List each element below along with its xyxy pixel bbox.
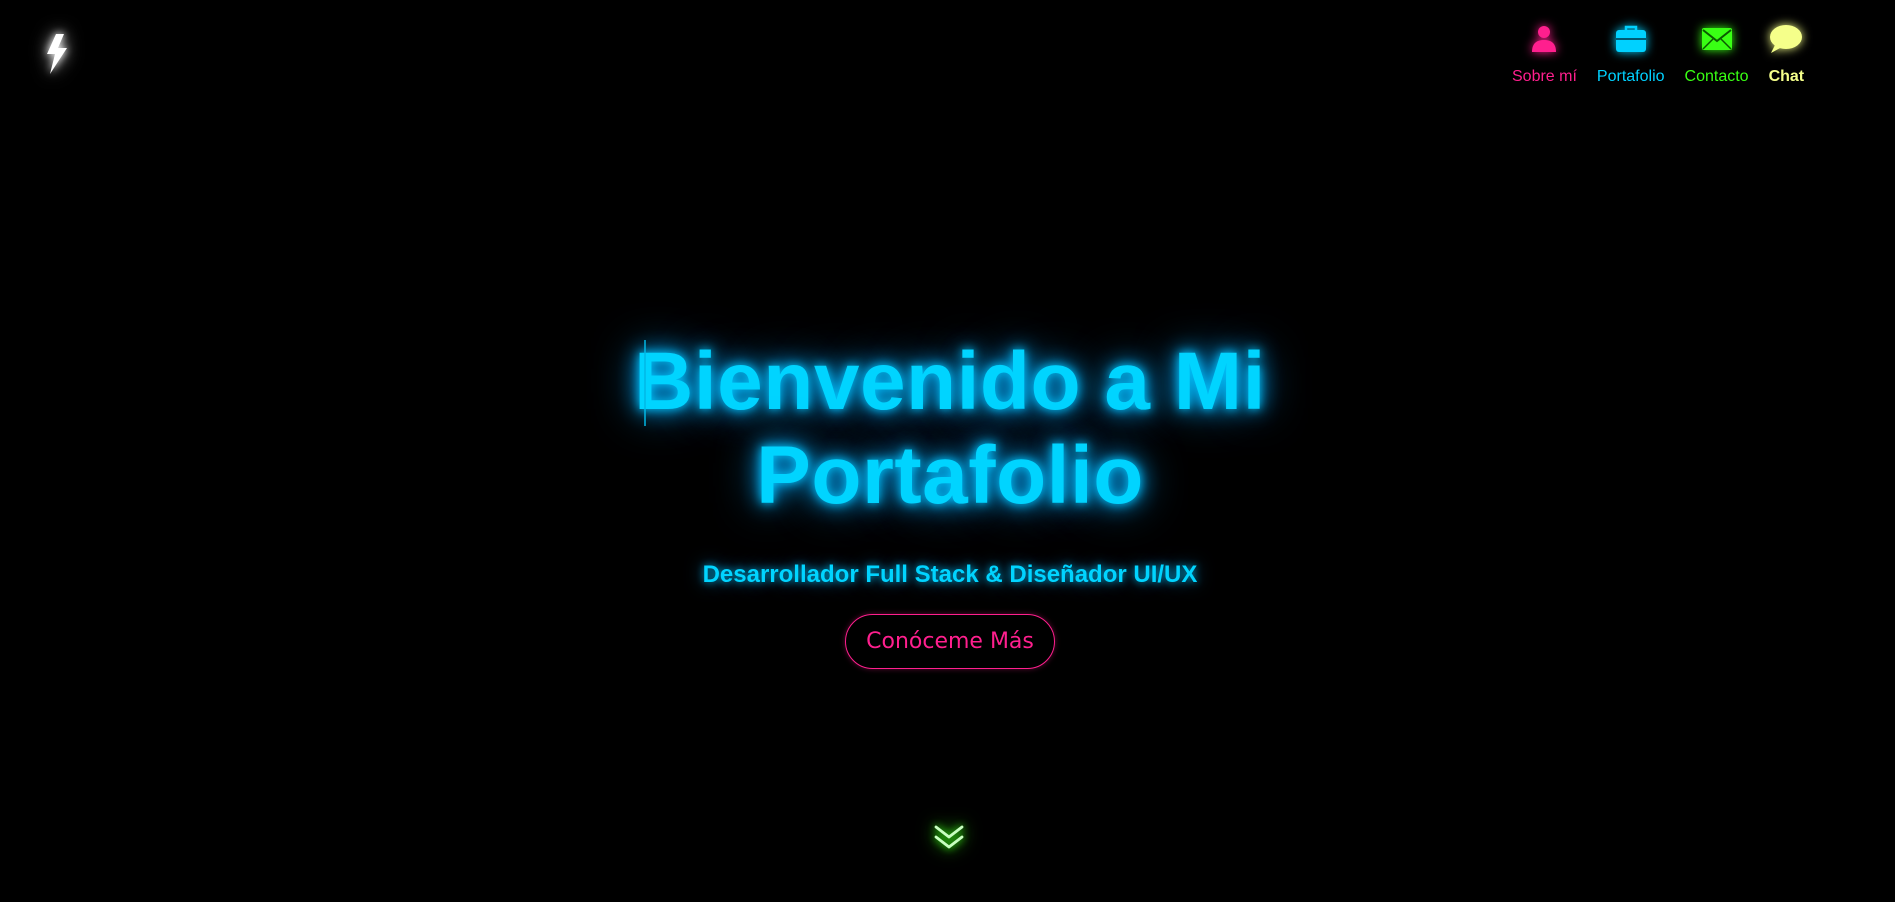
logo-link[interactable] [42, 32, 74, 76]
main-nav: Sobre mí Portafolio Contacto Chat [1512, 22, 1804, 86]
hero-section: Bienvenido a Mi Portafolio Desarrollador… [0, 335, 1895, 669]
lightning-bolt-icon [47, 34, 67, 74]
learn-more-button[interactable]: Conóceme Más [845, 614, 1055, 669]
hero-subtitle: Desarrollador Full Stack & Diseñador UI/… [702, 561, 1198, 588]
nav-label-about: Sobre mí [1512, 68, 1577, 85]
nav-item-chat[interactable]: Chat [1768, 22, 1805, 86]
nav-label-portfolio: Portafolio [1596, 68, 1665, 85]
envelope-icon [1701, 22, 1733, 56]
hero-title-line1: Bienvenido a Mi [634, 336, 1266, 427]
chat-bubble-icon [1769, 22, 1803, 56]
text-caret [644, 340, 647, 426]
nav-item-portfolio[interactable]: Portafolio [1597, 22, 1665, 86]
nav-item-contact[interactable]: Contacto [1685, 22, 1749, 86]
scroll-down-button[interactable] [933, 822, 965, 854]
chevrons-down-icon [934, 825, 964, 849]
hero-title: Bienvenido a Mi Portafolio [634, 335, 1266, 523]
nav-label-chat: Chat [1768, 68, 1805, 85]
briefcase-icon [1615, 22, 1647, 56]
nav-label-contact: Contacto [1684, 68, 1749, 85]
hero-title-line2: Portafolio [756, 430, 1144, 521]
nav-item-about[interactable]: Sobre mí [1512, 22, 1577, 86]
user-icon [1530, 22, 1558, 56]
